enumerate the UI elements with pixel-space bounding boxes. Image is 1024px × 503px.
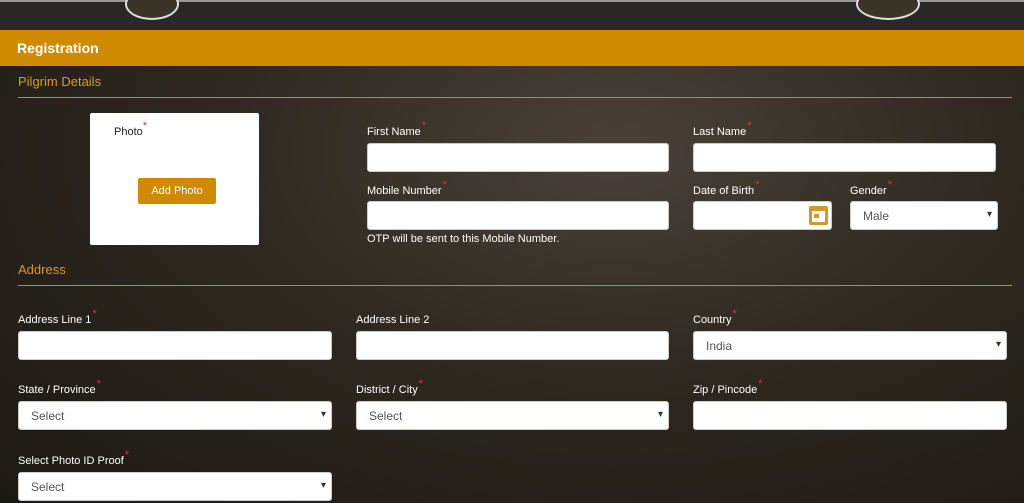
country-label: Country*: [693, 308, 737, 326]
section-address: Address: [18, 262, 66, 277]
district-select[interactable]: Select: [356, 401, 669, 430]
photo-box: Photo* Add Photo: [90, 113, 259, 245]
last-name-input[interactable]: [693, 143, 996, 172]
address-line1-label: Address Line 1*: [18, 308, 97, 326]
address-line2-input[interactable]: [356, 331, 669, 360]
divider: [18, 97, 1012, 98]
dob-label: Date of Birth*: [693, 179, 760, 197]
photo-id-label: Select Photo ID Proof*: [18, 449, 130, 467]
address-line2-label: Address Line 2: [356, 314, 430, 326]
add-photo-button[interactable]: Add Photo: [138, 178, 216, 204]
top-header: [0, 0, 1024, 30]
address-line1-input[interactable]: [18, 331, 332, 360]
last-name-label: Last Name*: [693, 120, 752, 138]
right-logo: [856, 0, 920, 20]
gender-select[interactable]: Male: [850, 201, 998, 230]
left-logo: [125, 0, 179, 20]
mobile-input[interactable]: [367, 201, 669, 230]
dob-input[interactable]: [693, 201, 832, 230]
photo-label: Photo*: [114, 120, 148, 138]
mobile-label: Mobile Number*: [367, 179, 447, 197]
photo-id-select[interactable]: Select: [18, 472, 332, 501]
calendar-icon[interactable]: [809, 206, 828, 225]
country-select[interactable]: India: [693, 331, 1007, 360]
district-label: District / City*: [356, 378, 424, 396]
registration-bar: Registration: [0, 30, 1024, 66]
first-name-input[interactable]: [367, 143, 669, 172]
first-name-label: First Name*: [367, 120, 427, 138]
zip-label: Zip / Pincode*: [693, 378, 763, 396]
page-title: Registration: [17, 40, 99, 56]
divider: [18, 285, 1012, 286]
gender-label: Gender*: [850, 179, 892, 197]
state-select[interactable]: Select: [18, 401, 332, 430]
otp-note: OTP will be sent to this Mobile Number.: [367, 233, 560, 245]
state-label: State / Province*: [18, 378, 101, 396]
section-pilgrim-details: Pilgrim Details: [18, 74, 102, 89]
zip-input[interactable]: [693, 401, 1007, 430]
